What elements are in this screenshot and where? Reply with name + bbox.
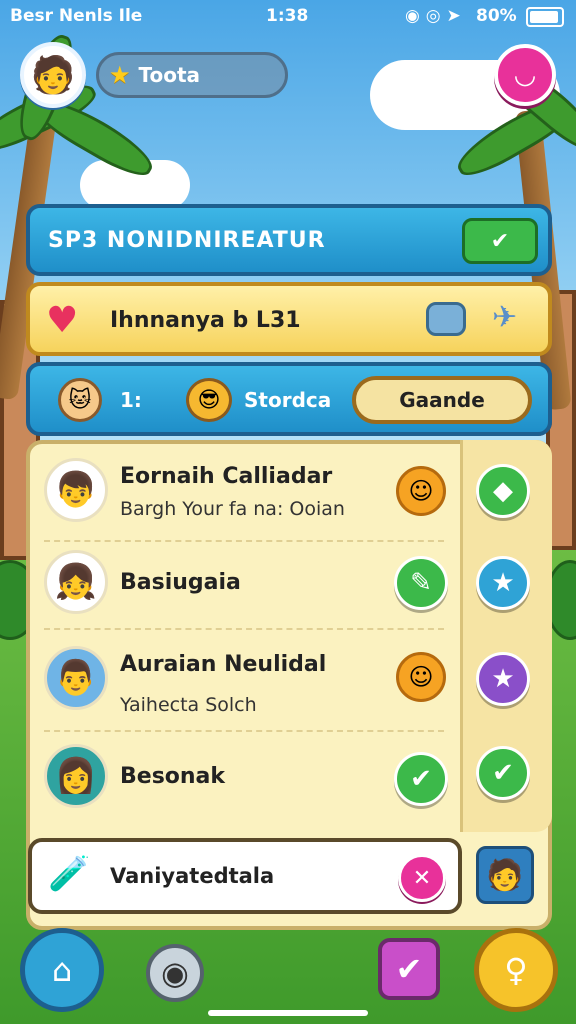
title-text: SP3 NONIDNIREATUR xyxy=(48,228,326,253)
list-item-name: Besonak xyxy=(120,764,226,789)
stage-label: Stordca xyxy=(244,388,332,412)
pencil-icon: ✎ xyxy=(410,568,432,598)
confirm-button[interactable]: ✔ xyxy=(462,218,538,264)
event-text: Ihnnanya b L31 xyxy=(110,308,301,333)
camera-button[interactable]: ◉ xyxy=(146,944,204,1002)
sun-face-icon: 😎 xyxy=(186,378,232,422)
home-icon: ⌂ xyxy=(51,951,73,989)
player-name: Toota xyxy=(138,63,201,87)
check-button[interactable]: ✔ xyxy=(476,746,530,800)
row-divider xyxy=(44,540,444,542)
battery-icon xyxy=(526,7,564,27)
list-item-name: Eornaih Calliadar xyxy=(120,464,333,489)
gear-icon[interactable]: ☺ xyxy=(396,466,446,516)
count-text: 1: xyxy=(120,388,142,412)
close-icon: ✕ xyxy=(412,865,432,891)
gift-box-icon: ✔ xyxy=(395,950,423,988)
gift-box-button[interactable]: ✔ xyxy=(378,938,440,1000)
star-icon: ★ xyxy=(491,568,515,598)
gem-icon: ◆ xyxy=(493,476,513,506)
player-name-pill[interactable]: ★ Toota xyxy=(96,52,288,98)
bottom-card[interactable]: 🧪 Vaniyatedtala ✕ xyxy=(28,838,462,914)
avatar[interactable]: 🧑 xyxy=(476,846,534,904)
star-button[interactable]: ★ xyxy=(476,556,530,610)
gear-icon[interactable]: ☺ xyxy=(396,652,446,702)
edit-button[interactable]: ✎ xyxy=(394,556,448,610)
close-button[interactable]: ✕ xyxy=(398,854,446,902)
robot-icon xyxy=(426,302,466,336)
status-bar: Besr Nenls Ile 1:38 ◉ ◎ ➤ 80% xyxy=(0,0,576,34)
star-icon: ★ xyxy=(109,61,131,89)
trophy-icon: ♀ xyxy=(504,951,528,989)
menu-button[interactable]: ◡ xyxy=(494,44,556,106)
list-item-subtitle: Yaihecta Solch xyxy=(120,694,257,716)
event-bar[interactable]: ♥ Ihnnanya b L31 ✈ xyxy=(26,282,552,356)
check-icon: ✔ xyxy=(410,764,432,794)
carrier-text: Besr Nenls Ile xyxy=(10,6,143,26)
heart-icon: ♥ xyxy=(46,300,79,341)
gem-button[interactable]: ◆ xyxy=(476,464,530,518)
avatar[interactable]: 👩 xyxy=(44,744,108,808)
list-item-subtitle: Bargh Your fa na: Ooian xyxy=(120,498,345,520)
potion-icon: 🧪 xyxy=(48,854,91,894)
status-icons: ◉ ◎ ➤ xyxy=(405,6,461,26)
star-button[interactable]: ★ xyxy=(476,652,530,706)
home-button[interactable]: ⌂ xyxy=(20,928,104,1012)
cat-icon: 🐱 xyxy=(58,378,102,422)
menu-badge-icon: ◡ xyxy=(515,60,535,90)
grade-button[interactable]: Gaande xyxy=(352,376,532,424)
check-button[interactable]: ✔ xyxy=(394,752,448,806)
clock-text: 1:38 xyxy=(266,6,309,26)
stage-bar: 🐱 1: 😎 Stordca Gaande xyxy=(26,362,552,436)
player-avatar[interactable]: 🧑 xyxy=(20,42,86,108)
check-icon: ✔ xyxy=(490,228,510,254)
home-indicator[interactable] xyxy=(208,1010,368,1016)
star-icon: ★ xyxy=(491,664,515,694)
list-item-name: Auraian Neulidal xyxy=(120,652,327,677)
check-icon: ✔ xyxy=(492,758,514,788)
list-item-name: Basiugaia xyxy=(120,570,241,595)
trophy-button[interactable]: ♀ xyxy=(474,928,558,1012)
rocket-icon[interactable]: ✈ xyxy=(492,300,517,335)
avatar[interactable]: 👦 xyxy=(44,458,108,522)
battery-percent: 80% xyxy=(476,6,517,26)
camera-icon: ◉ xyxy=(161,954,189,992)
avatar[interactable]: 👧 xyxy=(44,550,108,614)
row-divider xyxy=(44,628,444,630)
row-divider xyxy=(44,730,444,732)
bottom-card-text: Vaniyatedtala xyxy=(110,864,275,888)
title-bar: SP3 NONIDNIREATUR ✔ xyxy=(26,204,552,276)
avatar[interactable]: 👨 xyxy=(44,646,108,710)
